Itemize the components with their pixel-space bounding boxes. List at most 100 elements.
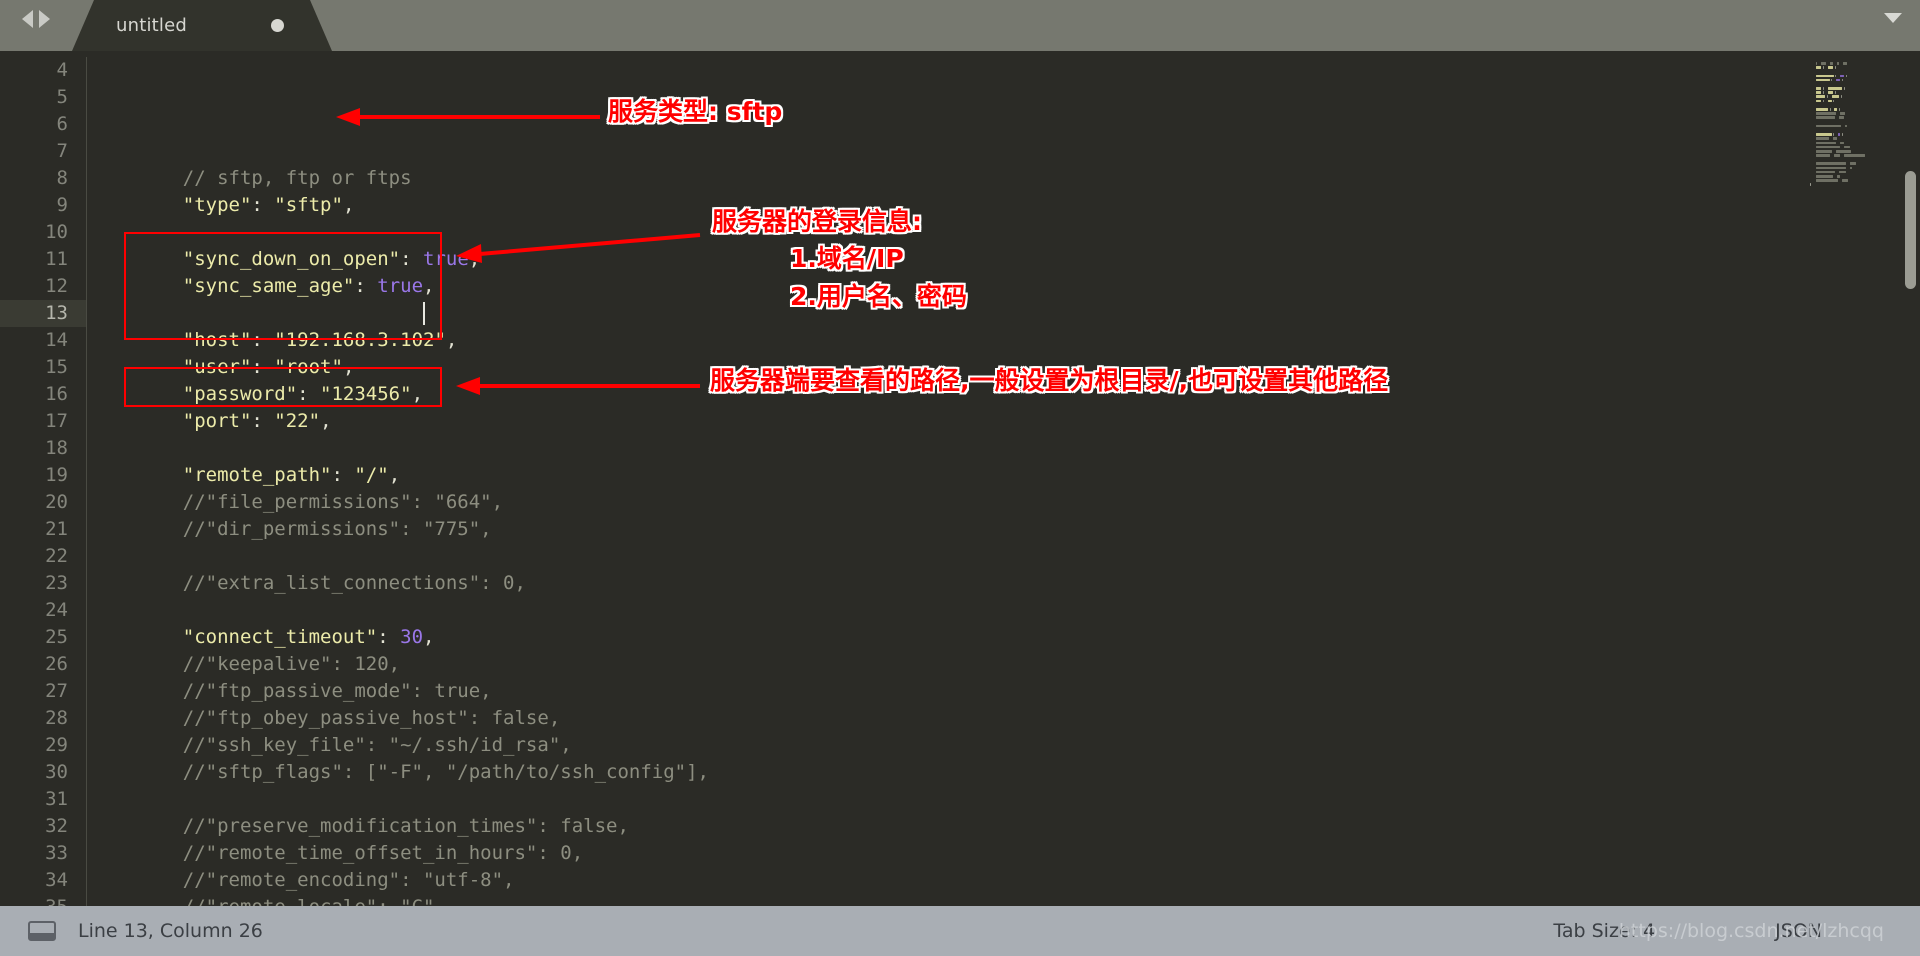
code-line: "host": "192.168.3.102", (137, 327, 1920, 354)
cursor-position-label[interactable]: Line 13, Column 26 (78, 920, 263, 942)
minimap-indent (1810, 116, 1814, 119)
minimap-token (1821, 61, 1827, 65)
minimap-token (1836, 171, 1837, 174)
minimap-token (1839, 141, 1845, 145)
minimap-token (1845, 124, 1848, 128)
line-number: 34 (45, 869, 68, 891)
minimap-token (1822, 99, 1824, 103)
token-string: "192.168.3.102" (274, 329, 446, 351)
text-caret (422, 302, 425, 325)
token-punct: , (342, 356, 355, 378)
token-punct: : (251, 356, 275, 378)
syntax-label[interactable]: JSON (1775, 920, 1822, 942)
minimap-token (1825, 91, 1826, 94)
minimap-token (1838, 116, 1845, 120)
minimap-token (1810, 183, 1811, 187)
line-number: 12 (45, 275, 68, 297)
minimap-token (1831, 95, 1840, 99)
tab-overflow-menu-button[interactable] (1866, 0, 1920, 51)
minimap-token (1815, 124, 1842, 128)
minimap-token (1838, 75, 1839, 78)
line-number: 27 (45, 680, 68, 702)
minimap-token (1829, 108, 1831, 111)
minimap-indent (1810, 175, 1814, 178)
triangle-right-icon[interactable] (39, 9, 50, 28)
code-line: // sftp, ftp or ftps (137, 165, 1920, 192)
minimap-token (1815, 74, 1834, 78)
minimap-token (1849, 162, 1856, 166)
code-line: "connect_timeout": 30, (137, 624, 1920, 651)
minimap-token (1840, 179, 1841, 182)
code-content[interactable]: // sftp, ftp or ftps "type": "sftp", "sy… (87, 51, 1920, 956)
minimap-token (1840, 95, 1842, 99)
line-number: 14 (45, 329, 68, 351)
tab-bar-spacer (332, 0, 1866, 51)
minimap-token (1815, 61, 1818, 65)
token-comment: //"keepalive": 120, (182, 653, 401, 675)
minimap-indent (1810, 95, 1814, 98)
code-line: "type": "sftp", (137, 192, 1920, 219)
minimap-token (1815, 66, 1822, 69)
minimap-token (1843, 87, 1845, 90)
line-number: 8 (56, 167, 68, 189)
minimap-token (1834, 79, 1835, 82)
minimap-token (1837, 142, 1838, 145)
minimap-token (1815, 108, 1828, 111)
minimap-token (1815, 179, 1839, 182)
minimap-token (1815, 95, 1826, 99)
triangle-left-icon[interactable] (22, 9, 33, 28)
token-punct: , (320, 410, 332, 432)
token-punct: : (251, 329, 275, 351)
minimap-token (1835, 91, 1837, 94)
minimap-token (1832, 137, 1837, 140)
line-number: 13 (0, 300, 86, 327)
line-number: 9 (56, 194, 68, 216)
minimap-token (1827, 66, 1834, 69)
token-punct: : (400, 248, 423, 270)
line-number: 17 (45, 410, 68, 432)
minimap-token (1831, 78, 1833, 82)
minimap-token (1832, 108, 1833, 111)
minimap-token (1845, 74, 1847, 78)
minimap[interactable] (1802, 51, 1902, 906)
minimap-indent (1810, 137, 1814, 140)
token-key: "sync_down_on_open" (182, 248, 401, 270)
tab-size-label[interactable]: Tab Size: 4 (1553, 920, 1655, 942)
tab-untitled[interactable]: untitled (72, 0, 332, 51)
vertical-scrollbar-thumb[interactable] (1905, 171, 1916, 289)
line-number: 21 (45, 518, 68, 540)
line-number: 16 (45, 383, 68, 405)
token-comment: //"ftp_obey_passive_host": false, (182, 707, 561, 729)
tab-navigation-arrows[interactable] (0, 0, 72, 51)
code-line: //"ftp_passive_mode": true, (137, 678, 1920, 705)
chevron-down-icon[interactable] (1884, 12, 1902, 23)
minimap-token (1839, 112, 1846, 115)
minimap-token (1825, 100, 1826, 103)
line-number: 15 (45, 356, 68, 378)
minimap-token (1815, 116, 1835, 120)
minimap-token (1833, 150, 1834, 153)
tab-bar: untitled (0, 0, 1920, 51)
minimap-token (1835, 66, 1837, 69)
minimap-token (1848, 167, 1849, 170)
tab-label: untitled (116, 15, 188, 36)
token-punct: , (411, 383, 424, 405)
status-bar: Line 13, Column 26 Tab Size: 4 JSON (0, 906, 1920, 956)
minimap-token (1833, 133, 1835, 136)
vertical-scrollbar-track[interactable] (1902, 51, 1920, 906)
minimap-token (1815, 133, 1832, 136)
minimap-token (1842, 146, 1843, 149)
token-punct: : (297, 383, 321, 405)
minimap-indent (1810, 91, 1814, 94)
unsaved-dot-icon[interactable] (271, 19, 284, 32)
minimap-indent (1810, 133, 1814, 136)
